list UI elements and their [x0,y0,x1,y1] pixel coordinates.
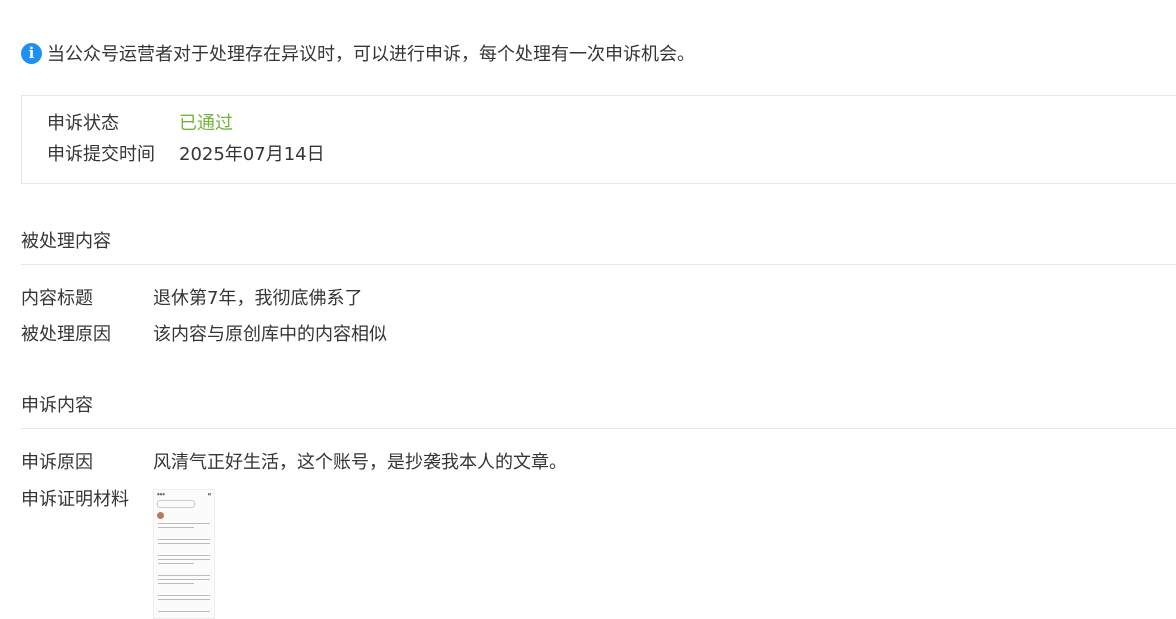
thumbnail-text-line [158,555,210,556]
thumbnail-text-line [158,575,210,576]
appeal-status-panel: 申诉状态 已通过 申诉提交时间 2025年07月14日 [21,95,1176,184]
thumbnail-status-bar: ●●● ▮▮ [157,492,211,496]
processed-reason-label: 被处理原因 [21,324,111,345]
submit-time-label: 申诉提交时间 [47,144,155,165]
thumbnail-text-line [158,611,210,612]
thumbnail-text-line [158,563,194,564]
status-label: 申诉状态 [47,113,119,134]
thumbnail-text-line [158,539,210,540]
submit-time-value: 2025年07月14日 [179,144,325,165]
appeal-reason-label: 申诉原因 [21,452,93,473]
thumbnail-text-line [158,559,210,560]
content-title-value: 退休第7年，我彻底佛系了 [153,288,363,309]
processed-content-title: 被处理内容 [21,231,111,252]
section-divider [21,428,1176,429]
thumbnail-text-line [158,523,210,524]
section-divider [21,264,1176,265]
content-title-label: 内容标题 [21,288,93,309]
info-icon: i [21,42,42,64]
notice-text: 当公众号运营者对于处理存在异议时，可以进行申诉，每个处理有一次申诉机会。 [47,44,695,65]
thumbnail-text-line [158,579,210,580]
thumbnail-text-line [158,527,194,528]
thumbnail-text-line [158,543,210,544]
appeal-content-title: 申诉内容 [21,395,93,416]
thumbnail-text-line [158,595,210,596]
thumbnail-text-line [158,599,210,600]
thumbnail-avatar [157,512,164,519]
appeal-notice: i 当公众号运营者对于处理存在异议时，可以进行申诉，每个处理有一次申诉机会。 [21,40,695,66]
status-value: 已通过 [179,113,233,134]
thumbnail-search-box [157,500,195,508]
evidence-label: 申诉证明材料 [21,489,129,510]
appeal-reason-value: 风清气正好生活，这个账号，是抄袭我本人的文章。 [153,452,567,473]
evidence-screenshot-thumbnail[interactable]: ●●● ▮▮ [153,489,215,619]
thumbnail-text-line [158,583,194,584]
processed-reason-value: 该内容与原创库中的内容相似 [153,324,387,345]
